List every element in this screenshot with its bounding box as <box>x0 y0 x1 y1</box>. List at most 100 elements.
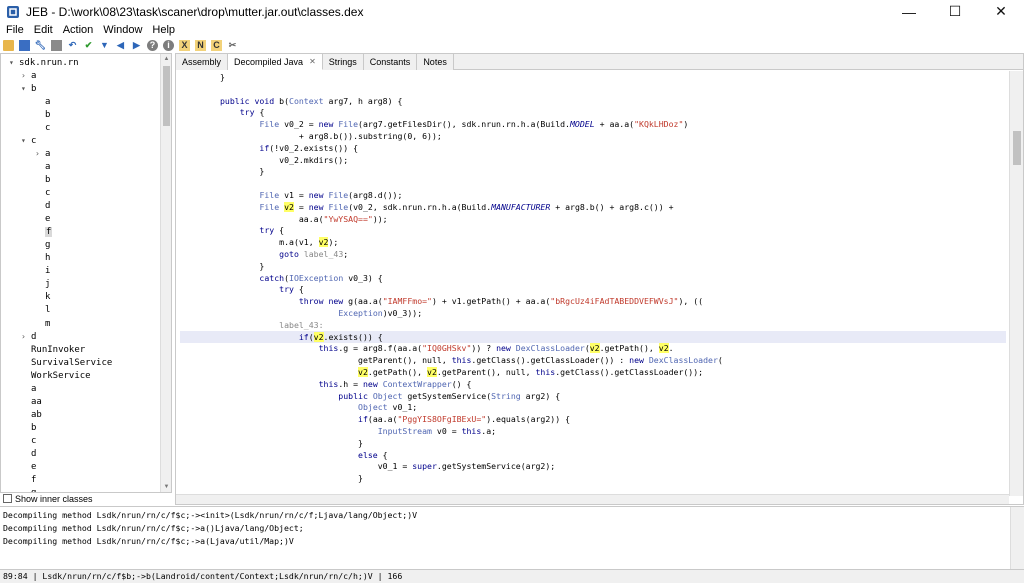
info-icon[interactable]: i <box>163 39 174 51</box>
tree-item[interactable]: a <box>21 382 36 395</box>
code-token: "KQkLHDoz" <box>634 119 684 130</box>
expand-arrow-icon[interactable]: › <box>21 71 31 80</box>
code-token: ), (( <box>678 296 704 307</box>
close-button[interactable]: ✕ <box>978 0 1024 23</box>
tree-item[interactable]: b <box>35 108 50 121</box>
tree-item[interactable]: h <box>35 252 50 265</box>
code-token: v2 <box>658 343 669 354</box>
code-line: goto label_43; <box>220 248 348 260</box>
code-token: ( <box>584 343 590 354</box>
close-tab-icon[interactable]: ✕ <box>309 57 316 66</box>
editor-vertical-scrollbar[interactable] <box>1009 71 1023 496</box>
tab-decompiled-java[interactable]: Decompiled Java ✕ <box>228 54 323 70</box>
tree-item-label: a <box>31 383 37 394</box>
properties-icon[interactable] <box>51 39 62 51</box>
minimize-button[interactable]: — <box>886 0 932 23</box>
menu-edit[interactable]: Edit <box>30 24 57 36</box>
menu-file[interactable]: File <box>2 24 28 36</box>
code-token: "YwYSAQ==" <box>323 213 373 224</box>
collapse-arrow-icon[interactable]: ▾ <box>9 58 19 67</box>
tree-item[interactable]: aa <box>21 395 42 408</box>
show-inner-label: Show inner classes <box>15 493 93 504</box>
tree-item[interactable]: ▾ sdk.nrun.rn <box>9 56 79 69</box>
class-tree-panel[interactable]: ▾ sdk.nrun.rn › a ▾ b a b c ▾ c › a a b c d e f g h i j k l m › d Ru… <box>0 53 172 493</box>
show-inner-classes[interactable]: Show inner classes <box>0 492 172 505</box>
tree-item-label: a <box>45 161 51 172</box>
tree-item[interactable]: f <box>21 474 36 487</box>
tree-item[interactable]: RunInvoker <box>21 343 85 356</box>
tree-item[interactable]: b <box>35 173 50 186</box>
tree-item[interactable]: e <box>21 461 36 474</box>
filter-icon[interactable]: ▼ <box>99 40 110 51</box>
tree-item[interactable]: › a <box>35 147 50 160</box>
tree-item[interactable]: f <box>35 226 53 239</box>
c-icon[interactable]: C <box>211 39 222 51</box>
tree-item[interactable]: ab <box>21 408 42 421</box>
scroll-up-icon[interactable]: ▲ <box>161 54 171 64</box>
expand-arrow-icon[interactable]: › <box>35 149 45 158</box>
tree-item[interactable]: WorkService <box>21 369 91 382</box>
tree-item[interactable]: SurvivalService <box>21 356 112 369</box>
tool-icon[interactable]: ✂ <box>227 40 238 51</box>
scroll-thumb[interactable] <box>163 66 170 126</box>
tree-item[interactable]: k <box>35 291 50 304</box>
tree-item[interactable]: c <box>35 187 50 200</box>
collapse-arrow-icon[interactable]: ▾ <box>21 84 31 93</box>
n-icon[interactable]: N <box>195 39 206 51</box>
open-folder-icon[interactable] <box>3 39 14 51</box>
tab-strings[interactable]: Strings <box>322 54 364 70</box>
tree-item[interactable]: a <box>35 95 50 108</box>
tree-item[interactable]: c <box>21 434 36 447</box>
tree-item[interactable]: ▾ b <box>21 82 36 95</box>
undo-icon[interactable]: ↶ <box>67 40 78 51</box>
code-token: arg2) { <box>520 390 561 401</box>
maximize-button[interactable]: ☐ <box>932 0 978 23</box>
console-line: Decompiling method Lsdk/nrun/rn/c/f$c;->… <box>3 523 304 533</box>
console-scrollbar[interactable] <box>1010 507 1024 569</box>
check-icon[interactable]: ✔ <box>83 40 94 51</box>
menu-help[interactable]: Help <box>148 24 179 36</box>
code-view[interactable]: } public void b(Context arg7, h arg8) { t… <box>180 71 1006 496</box>
tree-vertical-scrollbar[interactable]: ▲ ▼ <box>160 54 171 492</box>
tab-assembly[interactable]: Assembly <box>176 54 229 70</box>
scroll-thumb[interactable] <box>1013 131 1021 165</box>
wrench-icon[interactable]: 🔧︎ <box>35 40 46 51</box>
tree-item[interactable]: d <box>35 200 50 213</box>
save-icon[interactable] <box>19 39 30 51</box>
tree-item[interactable]: g <box>35 239 50 252</box>
tree-item[interactable]: a <box>35 160 50 173</box>
tree-item[interactable]: e <box>35 213 50 226</box>
tree-item[interactable]: › d <box>21 330 36 343</box>
tree-item[interactable]: d <box>21 448 36 461</box>
menu-action[interactable]: Action <box>59 24 98 36</box>
tree-item[interactable]: i <box>35 265 50 278</box>
tab-constants[interactable]: Constants <box>363 54 418 70</box>
forward-icon[interactable]: ▶ <box>131 40 142 51</box>
help-icon[interactable]: ? <box>147 39 158 51</box>
tree-item[interactable]: m <box>35 317 50 330</box>
tree-item-label: e <box>45 214 51 225</box>
show-inner-checkbox[interactable] <box>3 494 12 503</box>
expand-arrow-icon[interactable]: › <box>21 332 31 341</box>
tree-item[interactable]: › a <box>21 69 36 82</box>
code-line: getParent(), null, this.getClass().getCl… <box>220 354 723 366</box>
tree-item[interactable]: j <box>35 278 50 291</box>
tree-item[interactable]: l <box>35 304 50 317</box>
tree-item-label: b <box>31 422 37 433</box>
back-icon[interactable]: ◀ <box>115 40 126 51</box>
scroll-down-icon[interactable]: ▼ <box>161 482 171 492</box>
code-token: ( <box>308 331 314 342</box>
tree-item-label: j <box>45 279 51 290</box>
collapse-arrow-icon[interactable]: ▾ <box>21 136 31 145</box>
code-token: if <box>220 414 368 425</box>
code-token: new <box>496 343 516 354</box>
menu-window[interactable]: Window <box>99 24 146 36</box>
tree-item-label: c <box>31 135 37 146</box>
tab-notes[interactable]: Notes <box>417 54 454 70</box>
cross-x-icon[interactable]: X <box>179 39 190 51</box>
tree-item[interactable]: c <box>35 121 50 134</box>
editor-horizontal-scrollbar[interactable] <box>176 494 1009 504</box>
tree-item[interactable]: ▾ c <box>21 134 36 147</box>
tree-item[interactable]: b <box>21 421 36 434</box>
